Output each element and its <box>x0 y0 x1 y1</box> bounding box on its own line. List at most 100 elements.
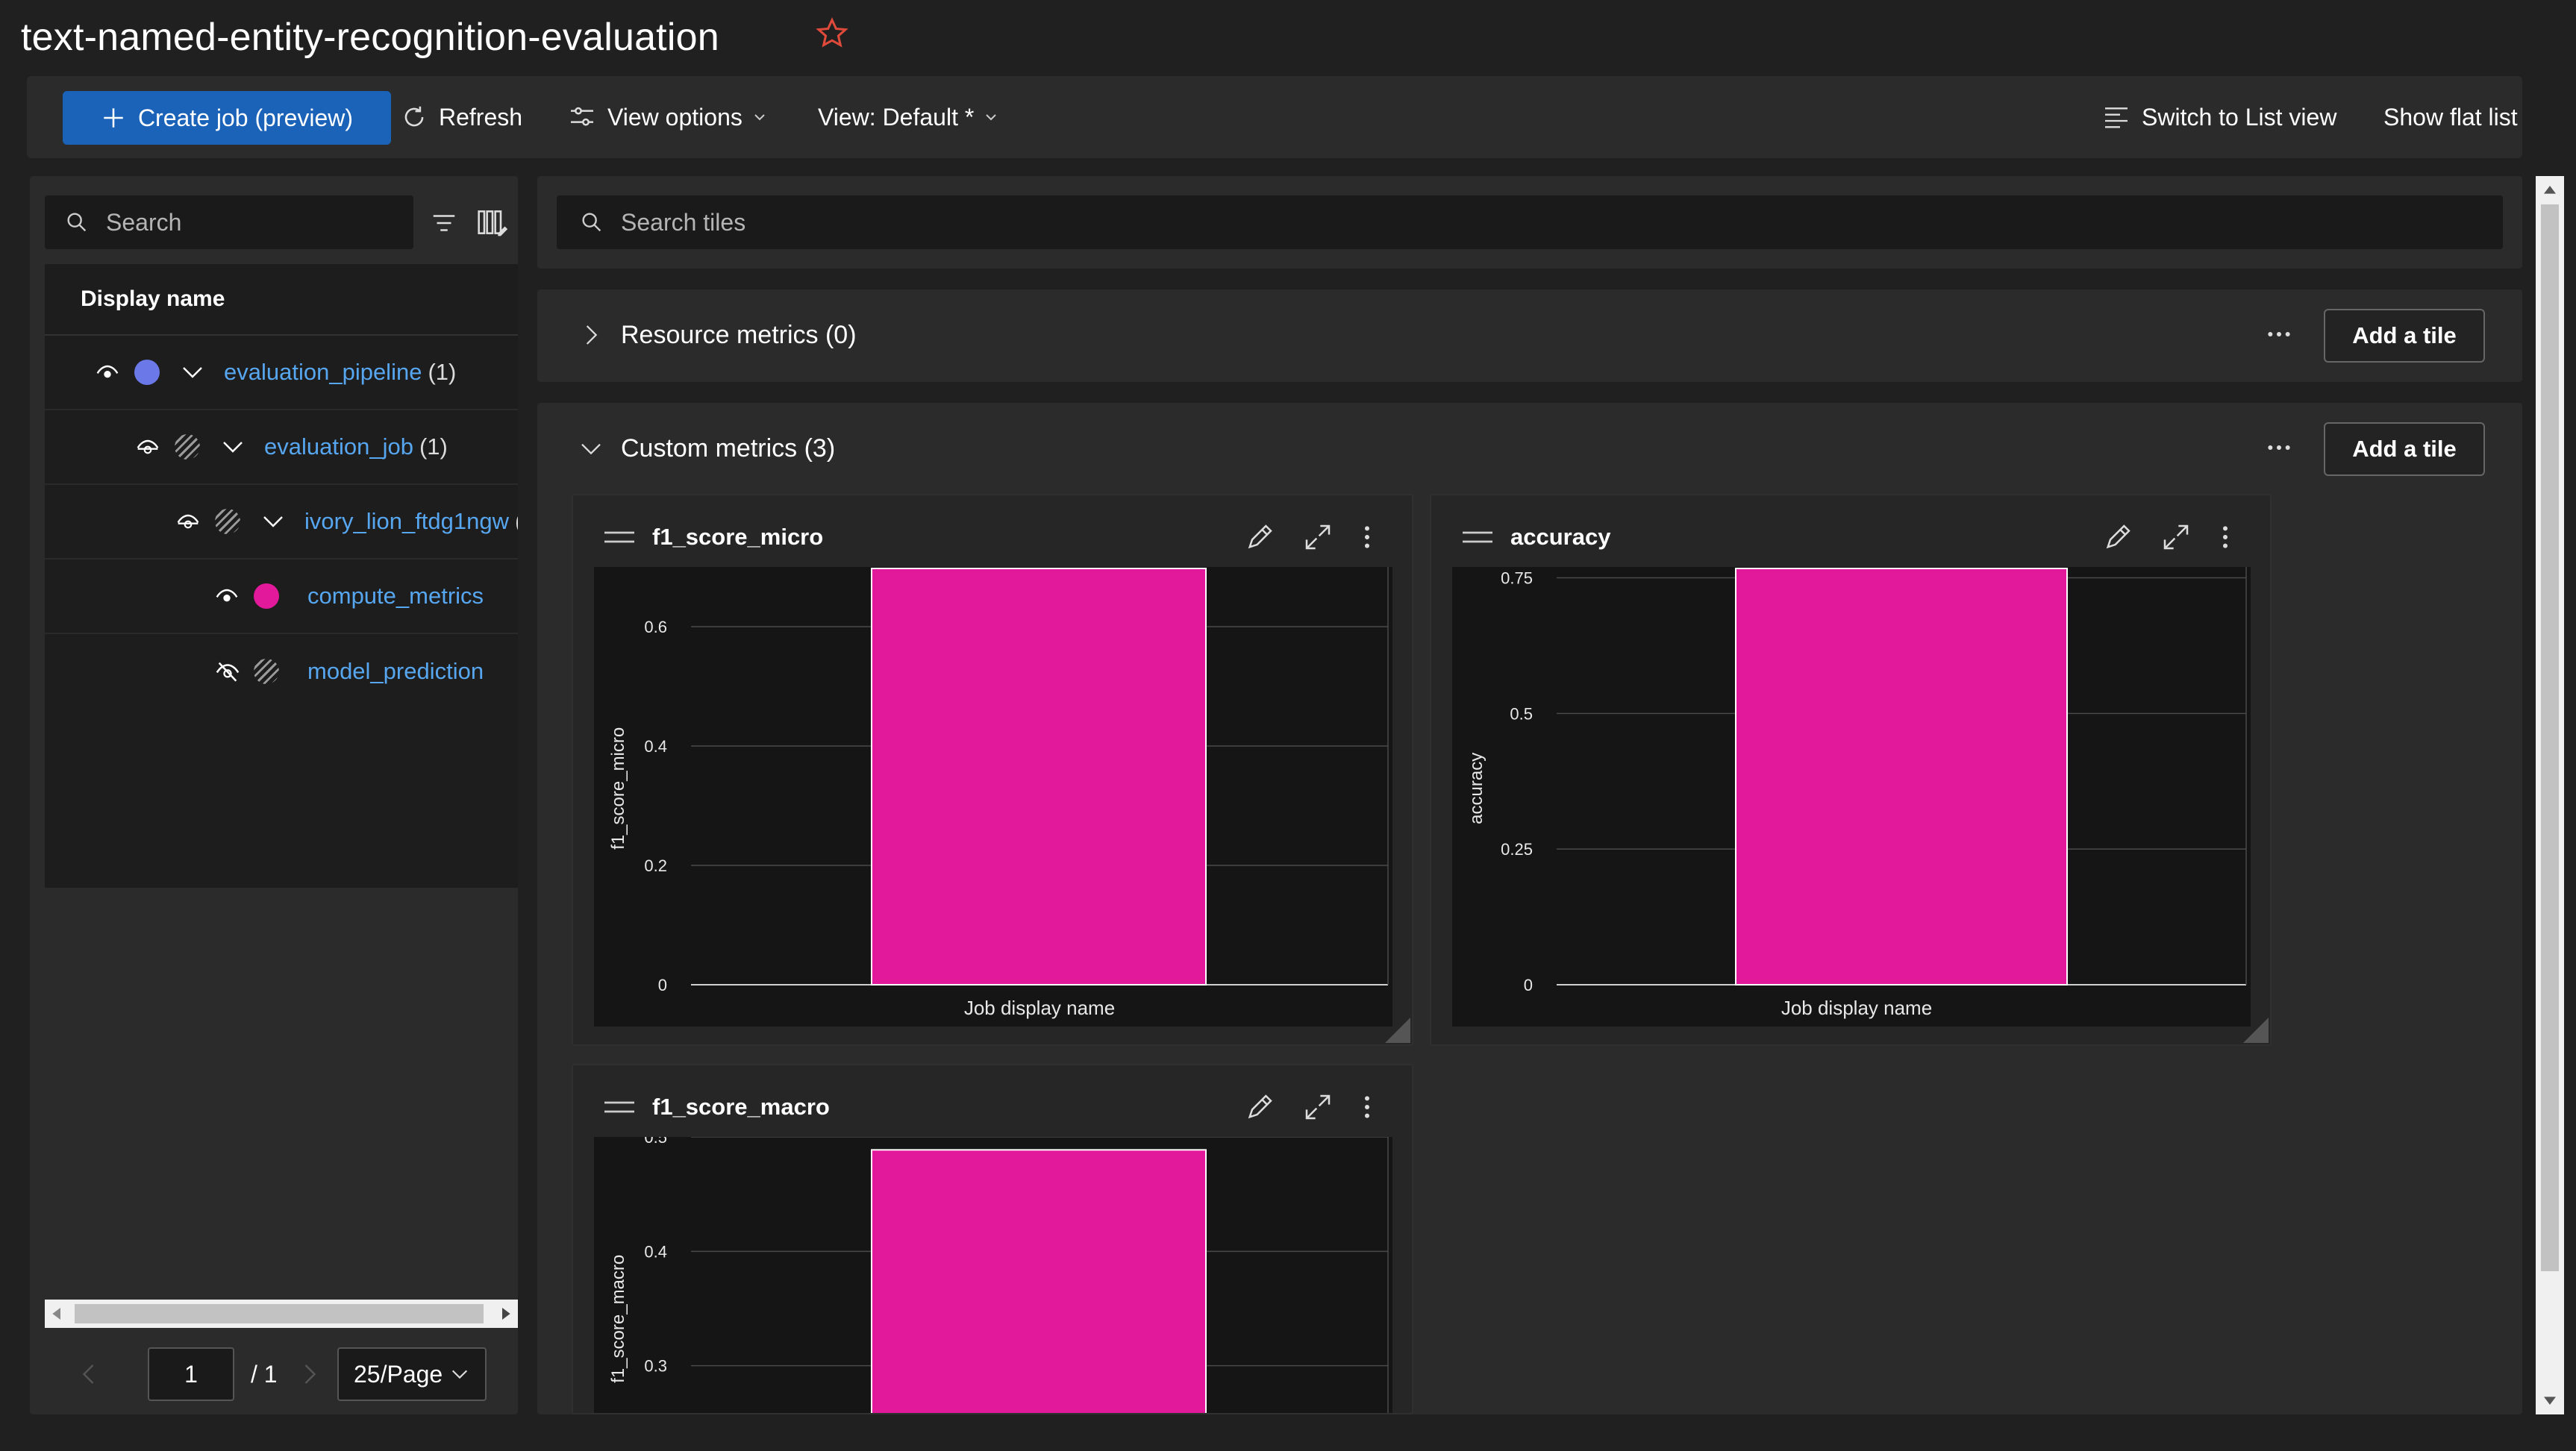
resize-handle-icon[interactable] <box>1385 1018 1410 1043</box>
vertical-scrollbar[interactable] <box>2536 176 2564 1414</box>
search-icon <box>582 213 601 232</box>
switch-list-label: Switch to List view <box>2142 103 2337 131</box>
tile-title: f1_score_macro <box>652 1094 830 1120</box>
view-options-button[interactable]: View options <box>567 76 766 158</box>
chevron-down-icon <box>986 114 996 121</box>
scroll-right-icon[interactable] <box>500 1308 510 1320</box>
y-tick-label: 0.5 <box>1510 704 1533 723</box>
view-default-dropdown[interactable]: View: Default * <box>818 76 998 158</box>
view-options-label: View options <box>607 103 743 131</box>
tree-item-label[interactable]: ivory_lion_ftdg1ngw <box>304 508 509 534</box>
tile-title: accuracy <box>1510 524 1611 550</box>
chevron-down-icon[interactable] <box>260 508 287 535</box>
eye-icon[interactable] <box>96 360 119 384</box>
eye-off-icon[interactable] <box>215 659 240 684</box>
tree-item-label[interactable]: model_prediction <box>307 658 484 684</box>
sliders-icon <box>571 107 593 126</box>
chart-area: 0 0.2 0.4 0.6 Job display name f1_score_micro <box>594 567 1392 1027</box>
star-icon[interactable] <box>815 16 849 51</box>
color-dot[interactable] <box>254 583 279 609</box>
page-size-dropdown[interactable]: 25/Page <box>337 1347 487 1401</box>
y-tick-label: 0 <box>1524 976 1533 994</box>
more-options-icon[interactable] <box>2264 433 2294 463</box>
column-options-icon[interactable] <box>476 206 509 239</box>
x-axis-label: Job display name <box>1781 997 1932 1019</box>
chevron-down-icon[interactable] <box>579 436 603 460</box>
refresh-button[interactable]: Refresh <box>400 76 522 158</box>
drag-handle-icon[interactable] <box>1463 530 1492 545</box>
chevron-down-icon <box>754 114 765 121</box>
page-size-label: 25/Page <box>354 1360 443 1388</box>
horizontal-scrollbar[interactable] <box>45 1300 518 1328</box>
view-default-label: View: Default * <box>818 103 975 131</box>
chevron-down-icon[interactable] <box>179 359 206 386</box>
more-vertical-icon[interactable] <box>1352 1092 1382 1122</box>
bar-chart-accuracy: 0 0.25 0.5 0.75 Job display name accuracy <box>1466 567 2247 1019</box>
drag-handle-icon[interactable] <box>604 530 634 545</box>
more-vertical-icon[interactable] <box>1352 522 1382 552</box>
y-tick-label: 0.25 <box>1501 840 1533 859</box>
expand-icon[interactable] <box>1303 1092 1333 1122</box>
bar <box>871 568 1207 985</box>
tree-item-ivory-lion[interactable]: ivory_lion_ftdg1ngw(2 <box>45 485 518 560</box>
tiles-search-input[interactable] <box>621 208 2412 236</box>
metric-tile-f1-score-micro: f1_score_micro 0 0.2 0.4 0.6 Job display nam… <box>572 494 1413 1046</box>
tree-item-label[interactable]: evaluation_job <box>264 433 413 460</box>
eye-half-icon[interactable] <box>176 510 200 533</box>
eye-icon[interactable] <box>215 584 239 608</box>
custom-metrics-header[interactable]: Custom metrics (3) Add a tile <box>537 403 2522 494</box>
expand-icon[interactable] <box>2161 522 2191 552</box>
plus-icon <box>104 108 123 128</box>
resource-metrics-header[interactable]: Resource metrics (0) Add a tile <box>537 289 2522 380</box>
chevron-left-icon[interactable] <box>76 1361 103 1388</box>
y-tick-label: 0.4 <box>644 1242 667 1261</box>
resize-handle-icon[interactable] <box>2243 1018 2269 1043</box>
metric-tile-f1-score-macro: f1_score_macro 0.20.30.40.5f1_score_macr… <box>572 1064 1413 1414</box>
x-axis-label: Job display name <box>964 997 1115 1019</box>
scroll-up-icon[interactable] <box>2544 184 2556 194</box>
column-header-display-name[interactable]: Display name <box>45 264 518 336</box>
tiles-search-box[interactable] <box>557 195 2503 249</box>
more-options-icon[interactable] <box>2264 319 2294 349</box>
color-dot[interactable] <box>215 509 240 534</box>
y-tick-label: 0.3 <box>644 1357 667 1376</box>
tree-item-label[interactable]: evaluation_pipeline <box>224 359 422 385</box>
scroll-down-icon[interactable] <box>2544 1397 2556 1407</box>
eye-half-icon[interactable] <box>136 435 160 459</box>
tree-item-label[interactable]: compute_metrics <box>307 583 484 609</box>
vertical-scroll-thumb[interactable] <box>2541 204 2559 1271</box>
filter-icon[interactable] <box>430 209 458 237</box>
tree-item-model-prediction[interactable]: model_prediction <box>45 634 518 709</box>
page-number-input[interactable]: 1 <box>148 1347 234 1401</box>
add-tile-button[interactable]: Add a tile <box>2324 309 2485 363</box>
scroll-left-icon[interactable] <box>52 1308 63 1320</box>
y-tick-label: 0 <box>658 976 667 994</box>
resource-metrics-section: Resource metrics (0) Add a tile <box>537 289 2522 382</box>
edit-icon[interactable] <box>1245 522 1275 552</box>
create-job-button[interactable]: Create job (preview) <box>63 91 391 145</box>
chart-area: 0.20.30.40.5f1_score_macro <box>594 1128 1392 1413</box>
switch-list-view-button[interactable]: Switch to List view <box>2101 76 2336 158</box>
page-title: text-named-entity-recognition-evaluation <box>21 16 719 59</box>
expand-icon[interactable] <box>1303 522 1333 552</box>
chevron-right-icon[interactable] <box>296 1361 322 1388</box>
edit-icon[interactable] <box>2103 522 2133 552</box>
tree-item-evaluation-pipeline[interactable]: evaluation_pipeline (1) <box>45 336 518 410</box>
show-flat-list-button[interactable]: Show flat list <box>2383 76 2518 158</box>
drag-handle-icon[interactable] <box>604 1100 634 1115</box>
color-dot[interactable] <box>175 434 200 460</box>
chevron-down-icon[interactable] <box>219 433 246 460</box>
color-dot[interactable] <box>254 659 279 684</box>
add-tile-button[interactable]: Add a tile <box>2324 422 2485 476</box>
more-vertical-icon[interactable] <box>2210 522 2240 552</box>
y-tick-label: 0.6 <box>644 618 667 636</box>
color-dot[interactable] <box>134 360 160 385</box>
tree-item-evaluation-job[interactable]: evaluation_job (1) <box>45 410 518 485</box>
tiles-search-bar <box>537 176 2522 269</box>
tree-item-compute-metrics[interactable]: compute_metrics <box>45 560 518 634</box>
left-search-input[interactable] <box>106 208 390 236</box>
horizontal-scroll-thumb[interactable] <box>75 1304 484 1323</box>
left-search-box[interactable] <box>45 195 413 249</box>
edit-icon[interactable] <box>1245 1092 1275 1122</box>
chevron-right-icon[interactable] <box>579 323 603 347</box>
